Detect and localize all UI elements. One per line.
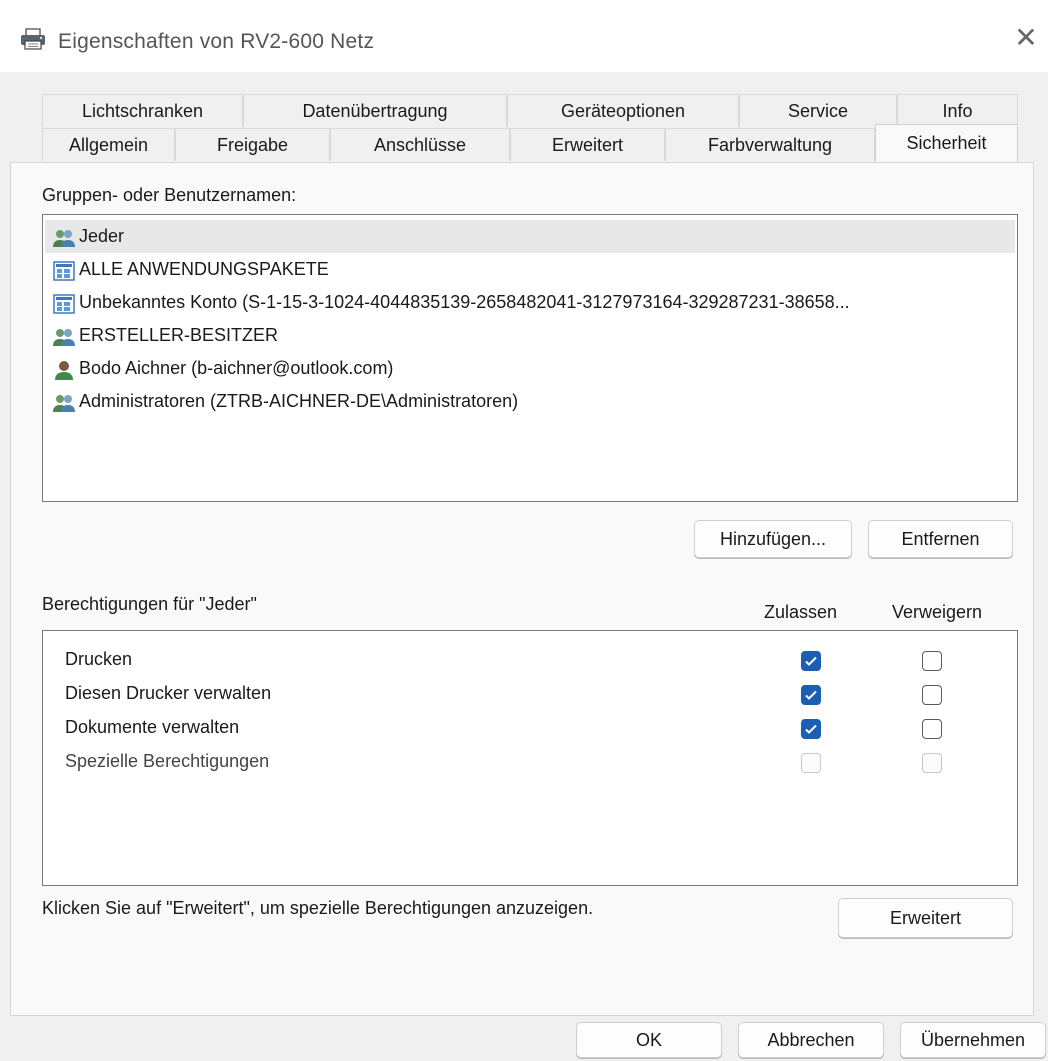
permission-label: Dokumente verwalten	[65, 717, 240, 737]
group-icon	[53, 325, 75, 346]
tab-lichtschranken[interactable]: Lichtschranken	[42, 94, 243, 127]
apply-button[interactable]: Übernehmen	[900, 1022, 1046, 1058]
permission-label: Drucken	[65, 649, 133, 669]
title-bar: Eigenschaften von RV2-600 Netz ✕	[0, 0, 1048, 72]
groups-listbox[interactable]: Jeder ALLE ANWENDUNGSPAKETE Unbekanntes …	[42, 214, 1018, 502]
deny-checkbox	[922, 753, 942, 773]
deny-column-header: Verweigern	[892, 602, 983, 622]
tab-datenuebertragung[interactable]: Datenübertragung	[243, 94, 507, 127]
deny-checkbox[interactable]	[922, 685, 942, 705]
remove-button[interactable]: Entfernen	[868, 520, 1013, 558]
unknown-account-icon	[53, 292, 75, 314]
list-item-label: Unbekanntes Konto (S-1-15-3-1024-4044835…	[79, 292, 850, 312]
permission-row: Drucken	[43, 643, 1013, 677]
tab-farbverwaltung[interactable]: Farbverwaltung	[665, 128, 875, 161]
tab-freigabe[interactable]: Freigabe	[175, 128, 330, 161]
permissions-heading: Berechtigungen für "Jeder"	[42, 594, 257, 614]
group-icon	[53, 226, 75, 247]
list-item[interactable]: Administratoren (ZTRB-AICHNER-DE\Adminis…	[45, 385, 1015, 418]
advanced-button[interactable]: Erweitert	[838, 898, 1013, 938]
allow-checkbox	[801, 753, 821, 773]
ok-button[interactable]: OK	[576, 1022, 722, 1058]
allow-checkbox[interactable]	[801, 719, 821, 739]
tab-erweitert[interactable]: Erweitert	[510, 128, 665, 161]
group-icon	[53, 391, 75, 412]
app-package-icon	[53, 259, 75, 281]
list-item[interactable]: ERSTELLER-BESITZER	[45, 319, 1015, 352]
tab-info[interactable]: Info	[897, 94, 1018, 127]
list-item[interactable]: Bodo Aichner (b-aichner@outlook.com)	[45, 352, 1015, 385]
groups-heading: Gruppen- oder Benutzernamen:	[42, 185, 297, 205]
list-item-label: Bodo Aichner (b-aichner@outlook.com)	[79, 358, 394, 378]
tab-anschluesse[interactable]: Anschlüsse	[330, 128, 510, 161]
tab-allgemein[interactable]: Allgemein	[42, 128, 175, 161]
list-item[interactable]: Jeder	[45, 220, 1015, 253]
deny-checkbox[interactable]	[922, 651, 942, 671]
list-item-label: ERSTELLER-BESITZER	[79, 325, 279, 345]
permission-row: Dokumente verwalten	[43, 711, 1013, 745]
window-title: Eigenschaften von RV2-600 Netz	[58, 30, 375, 53]
permissions-list: Drucken Diesen Drucker verwalten Dokumen…	[42, 630, 1018, 886]
allow-column-header: Zulassen	[764, 602, 838, 622]
user-icon	[53, 358, 75, 380]
close-icon[interactable]: ✕	[1012, 24, 1040, 52]
advanced-hint: Klicken Sie auf "Erweitert", um speziell…	[42, 898, 594, 918]
tab-geraeteoptionen[interactable]: Geräteoptionen	[507, 94, 739, 127]
cancel-button[interactable]: Abbrechen	[738, 1022, 884, 1058]
permission-row: Diesen Drucker verwalten	[43, 677, 1013, 711]
list-item[interactable]: Unbekanntes Konto (S-1-15-3-1024-4044835…	[45, 286, 1015, 319]
list-item[interactable]: ALLE ANWENDUNGSPAKETE	[45, 253, 1015, 286]
allow-checkbox[interactable]	[801, 651, 821, 671]
deny-checkbox[interactable]	[922, 719, 942, 739]
add-button[interactable]: Hinzufügen...	[694, 520, 852, 558]
permission-label: Diesen Drucker verwalten	[65, 683, 272, 703]
list-item-label: Administratoren (ZTRB-AICHNER-DE\Adminis…	[79, 391, 519, 411]
permission-label: Spezielle Berechtigungen	[65, 751, 270, 771]
list-item-label: ALLE ANWENDUNGSPAKETE	[79, 259, 329, 279]
tab-service[interactable]: Service	[739, 94, 897, 127]
allow-checkbox[interactable]	[801, 685, 821, 705]
permission-row: Spezielle Berechtigungen	[43, 745, 1013, 779]
printer-icon	[20, 28, 46, 50]
tab-sicherheit[interactable]: Sicherheit	[875, 124, 1018, 162]
list-item-label: Jeder	[79, 226, 125, 246]
